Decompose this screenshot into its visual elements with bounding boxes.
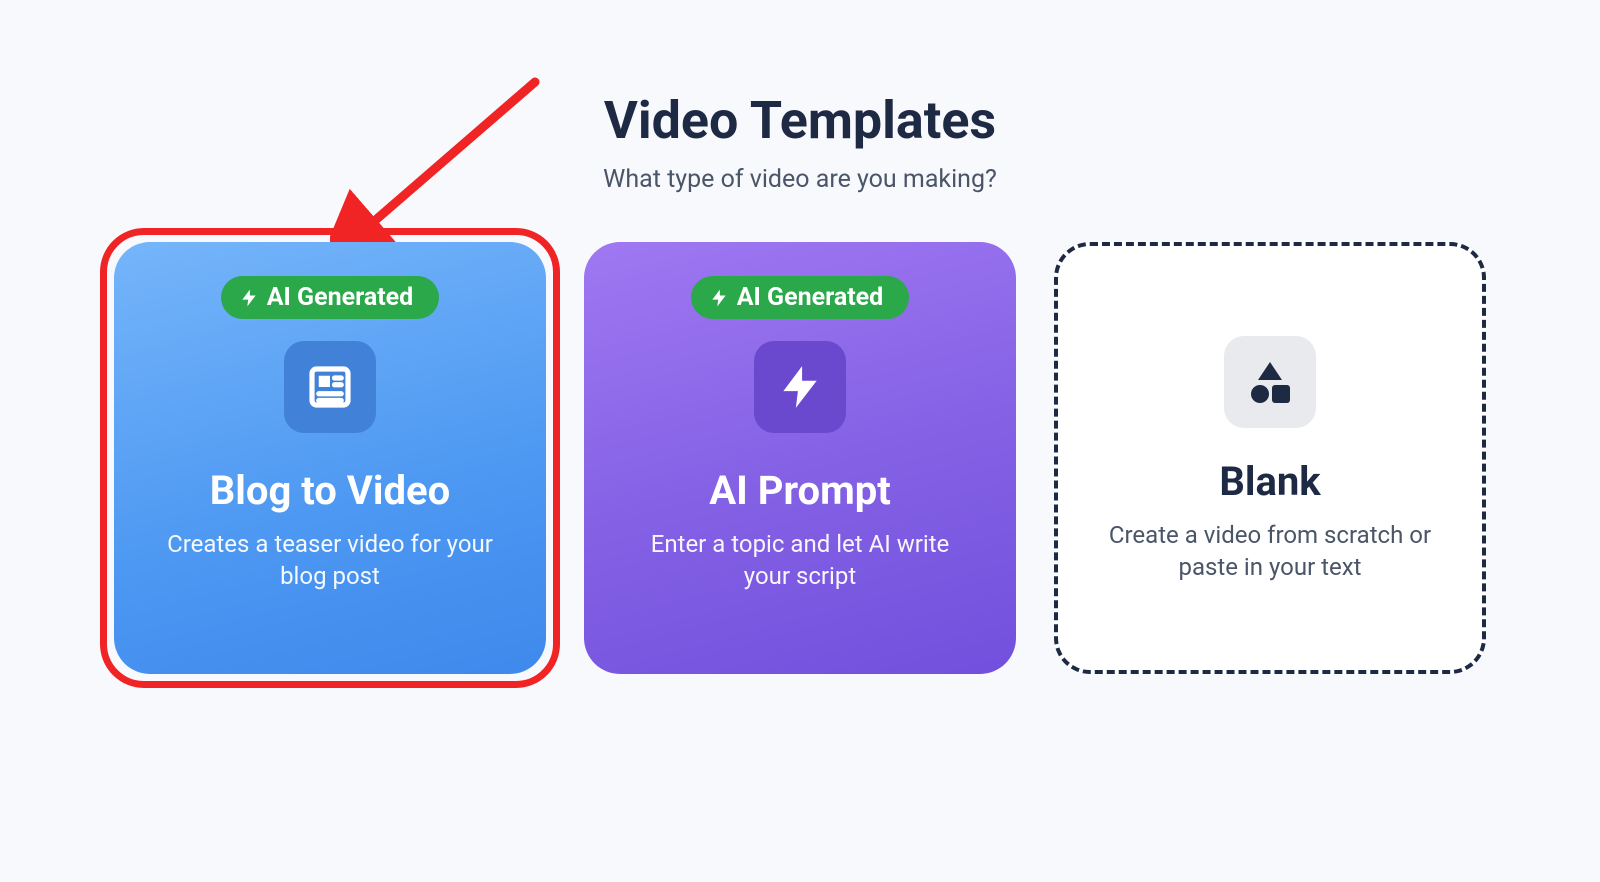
bolt-icon [709, 286, 729, 310]
bolt-icon [754, 341, 846, 433]
card-wrapper-blog-to-video: AI Generated Blog to Video Creates a tea… [114, 242, 546, 674]
badge-label: AI Generated [267, 283, 414, 312]
card-wrapper-ai-prompt: AI Generated AI Prompt Enter a topic and… [584, 242, 1016, 674]
template-card-blank[interactable]: Blank Create a video from scratch or pas… [1054, 242, 1486, 674]
card-title: AI Prompt [709, 467, 891, 514]
ai-generated-badge: AI Generated [691, 276, 910, 319]
card-title: Blog to Video [210, 467, 450, 514]
ai-generated-badge: AI Generated [221, 276, 440, 319]
card-description: Enter a topic and let AI write your scri… [620, 528, 980, 593]
card-wrapper-blank: Blank Create a video from scratch or pas… [1054, 242, 1486, 674]
template-card-ai-prompt[interactable]: AI Generated AI Prompt Enter a topic and… [584, 242, 1016, 674]
page-title: Video Templates [604, 90, 996, 151]
card-description: Create a video from scratch or paste in … [1094, 519, 1446, 584]
newspaper-icon [284, 341, 376, 433]
template-card-blog-to-video[interactable]: AI Generated Blog to Video Creates a tea… [114, 242, 546, 674]
shapes-icon [1224, 336, 1316, 428]
page-subtitle: What type of video are you making? [603, 165, 997, 194]
card-title: Blank [1219, 458, 1320, 505]
bolt-icon [239, 286, 259, 310]
annotation-arrow-icon [330, 70, 550, 270]
template-cards-row: AI Generated Blog to Video Creates a tea… [114, 242, 1486, 674]
badge-label: AI Generated [737, 283, 884, 312]
card-description: Creates a teaser video for your blog pos… [150, 528, 510, 593]
